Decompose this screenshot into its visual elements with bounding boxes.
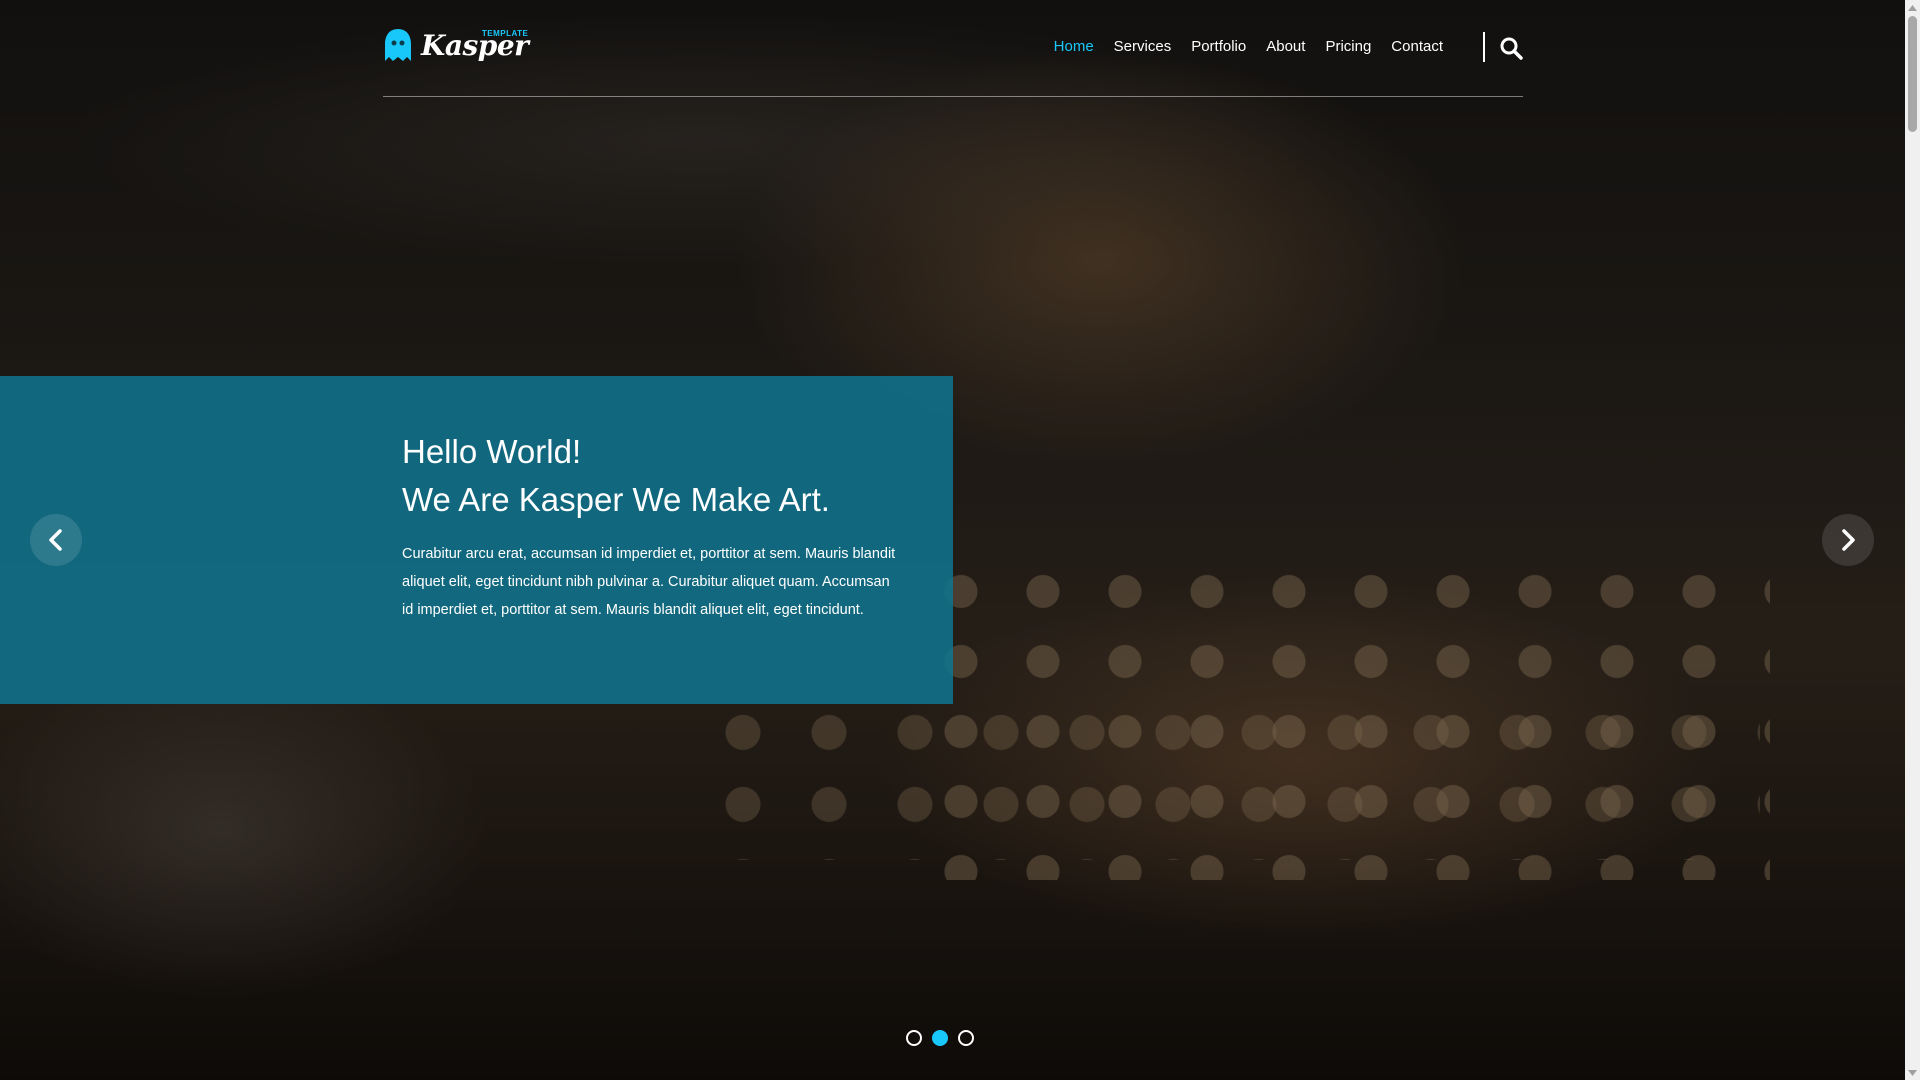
nav-item-contact[interactable]: Contact (1391, 36, 1443, 58)
logo[interactable]: TEMPLATE Kasper (383, 24, 529, 68)
main-nav: Home Services Portfolio About Pricing Co… (1054, 36, 1443, 58)
slider-next-button[interactable] (1822, 514, 1874, 566)
hero-description: Curabitur arcu erat, accumsan id imperdi… (402, 546, 896, 618)
page-scrollbar[interactable] (1905, 0, 1920, 1080)
slider-prev-button[interactable] (30, 514, 82, 566)
hero-title-line1: Hello World! (402, 433, 582, 470)
logo-tagline: TEMPLATE (481, 29, 529, 38)
nav-item-home[interactable]: Home (1054, 36, 1094, 58)
hero-title: Hello World! We Are Kasper We Make Art. (402, 428, 830, 524)
slider-bullet-1[interactable] (906, 1030, 922, 1046)
nav-item-services[interactable]: Services (1114, 36, 1172, 58)
nav-item-portfolio[interactable]: Portfolio (1191, 36, 1246, 58)
ghost-icon (383, 27, 413, 65)
page: TEMPLATE Kasper Home Services Portfolio … (0, 0, 1920, 1080)
scroll-up-arrow-icon[interactable] (1905, 0, 1920, 15)
scrollbar-thumb[interactable] (1908, 16, 1917, 132)
logo-wordmark: TEMPLATE Kasper (421, 26, 529, 66)
search-icon[interactable] (1499, 36, 1523, 60)
nav-item-pricing[interactable]: Pricing (1325, 36, 1371, 58)
hero-title-line2: We Are Kasper We Make Art. (402, 481, 830, 518)
slider-bullet-3[interactable] (958, 1030, 974, 1046)
site-header: TEMPLATE Kasper Home Services Portfolio … (383, 0, 1523, 97)
nav-divider (1483, 32, 1485, 62)
slider-bullets (906, 1030, 974, 1046)
chevron-left-icon (49, 529, 62, 551)
slider-bullet-2[interactable] (932, 1030, 948, 1046)
nav-item-about[interactable]: About (1266, 36, 1305, 58)
scroll-down-arrow-icon[interactable] (1905, 1065, 1920, 1080)
chevron-right-icon (1842, 529, 1855, 551)
